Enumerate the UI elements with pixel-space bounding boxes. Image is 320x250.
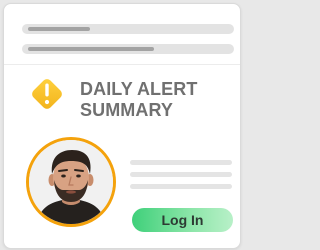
alert-card: DAILY ALERT SUMMARY Log In	[3, 3, 241, 249]
header-divider	[4, 64, 240, 65]
alert-title-line-1: DAILY ALERT	[80, 79, 198, 99]
profile-placeholder-line-2	[130, 172, 232, 177]
alert-title-line-2: SUMMARY	[80, 100, 174, 120]
avatar-portrait-image	[29, 140, 113, 224]
profile-placeholder-line-1	[130, 160, 232, 165]
login-button[interactable]: Log In	[132, 208, 233, 232]
header-placeholder-bar-1	[22, 24, 234, 34]
header-placeholder-fill-2	[28, 47, 154, 51]
header-placeholder-fill-1	[28, 27, 90, 31]
avatar	[26, 137, 116, 227]
card-header	[4, 4, 240, 60]
header-placeholder-bar-2	[22, 44, 234, 54]
profile-placeholder-line-3	[130, 184, 232, 189]
alert-title: DAILY ALERT SUMMARY	[80, 79, 236, 121]
warning-diamond-icon	[32, 79, 62, 109]
